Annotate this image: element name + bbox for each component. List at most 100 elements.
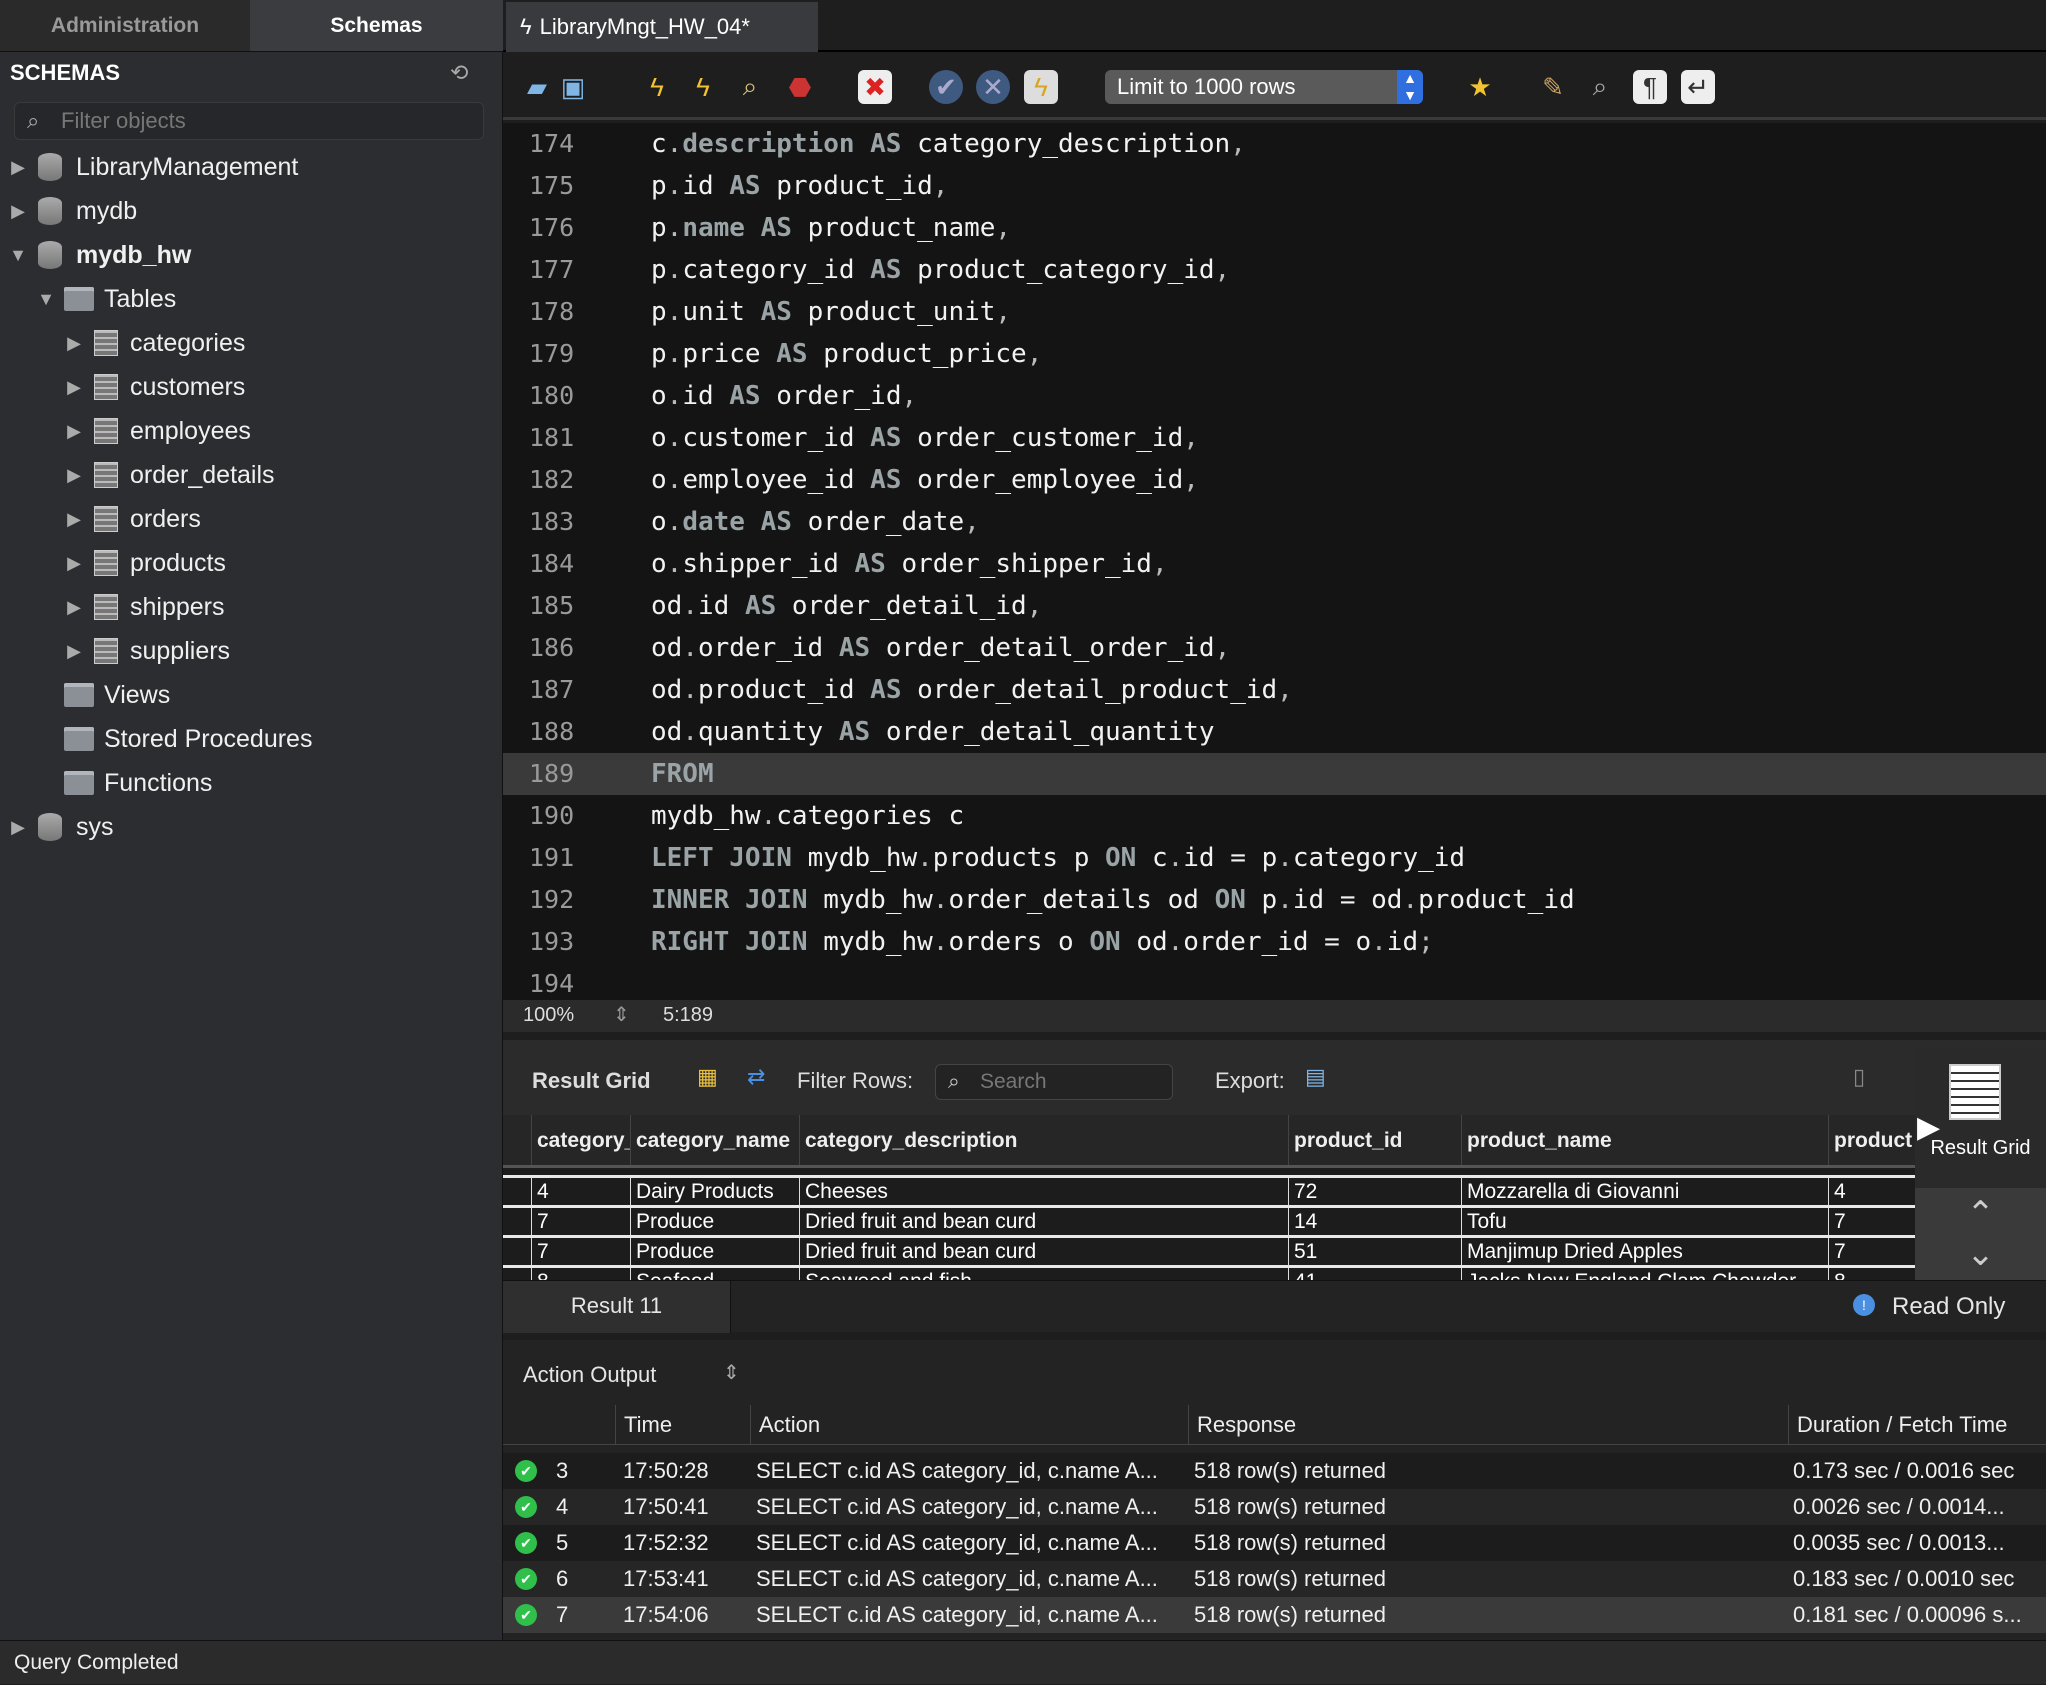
table-cell[interactable]: Cheeses xyxy=(799,1178,1288,1205)
col-action[interactable]: Action xyxy=(750,1405,1188,1445)
chevron-down-icon[interactable]: ▼ xyxy=(8,245,28,266)
table-categories[interactable]: ▶ categories xyxy=(0,321,245,365)
col-duration[interactable]: Duration / Fetch Time xyxy=(1788,1405,2046,1445)
table-suppliers[interactable]: ▶ suppliers xyxy=(0,629,230,673)
table-cell[interactable]: 51 xyxy=(1288,1238,1461,1265)
table-cell[interactable]: Tofu xyxy=(1461,1208,1828,1235)
views-folder[interactable]: Views xyxy=(0,673,170,717)
table-cell[interactable]: 8 xyxy=(1828,1268,1915,1280)
output-row[interactable]: ✔ 6 17:53:41 SELECT c.id AS category_id, c.… xyxy=(503,1561,2046,1597)
toggle-error-stop-icon[interactable]: ✖ xyxy=(858,70,892,104)
result-grid-side-button[interactable]: Result Grid ⌃ ⌄ xyxy=(1915,1048,2046,1280)
chevron-right-icon[interactable]: ▶ xyxy=(64,553,84,574)
table-cell[interactable]: 8 xyxy=(531,1268,630,1280)
code-line[interactable]: 184 o.shipper_id AS order_shipper_id, xyxy=(503,543,2046,585)
column-header-product_id[interactable]: product_id xyxy=(1288,1115,1461,1165)
table-customers[interactable]: ▶ customers xyxy=(0,365,245,409)
stop-icon[interactable]: ⬣ xyxy=(783,70,817,104)
chevron-down-icon[interactable]: ▼ xyxy=(36,289,56,310)
code-line[interactable]: 180 o.id AS order_id, xyxy=(503,375,2046,417)
commit-icon[interactable]: ✔ xyxy=(929,70,963,104)
autocommit-icon[interactable]: ϟ xyxy=(1024,70,1058,104)
table-cell[interactable]: 7 xyxy=(531,1208,630,1235)
code-line[interactable]: 178 p.unit AS product_unit, xyxy=(503,291,2046,333)
table-cell[interactable]: Jacks New England Clam Chowder xyxy=(1461,1268,1828,1280)
table-row[interactable]: 7 Produce Dried fruit and bean curd 51 Manji… xyxy=(503,1235,1915,1265)
table-cell[interactable]: 7 xyxy=(531,1238,630,1265)
zoom-stepper-icon[interactable]: ⇕ xyxy=(613,1002,630,1027)
table-cell[interactable]: 7 xyxy=(1828,1208,1915,1235)
table-row[interactable]: 8SeafoodSeaweed and fish41Jacks New Engl… xyxy=(503,1265,1915,1280)
col-time[interactable]: Time xyxy=(615,1405,750,1445)
tables-folder[interactable]: ▼ Tables xyxy=(0,277,176,321)
schema-sys[interactable]: ▶ sys xyxy=(0,805,114,849)
collapse-arrow-icon[interactable]: ▶ xyxy=(1917,1110,1940,1145)
editor-tab[interactable]: ϟ LibraryMngt_HW_04* xyxy=(506,2,818,52)
column-header-category_name[interactable]: category_name xyxy=(630,1115,799,1165)
chevron-right-icon[interactable]: ▶ xyxy=(8,201,28,222)
rollback-icon[interactable]: ✕ xyxy=(976,70,1010,104)
invisible-chars-icon[interactable]: ¶ xyxy=(1633,70,1667,104)
table-cell[interactable]: Seaweed and fish xyxy=(799,1268,1288,1280)
code-line[interactable]: 186 od.order_id AS order_detail_order_id, xyxy=(503,627,2046,669)
code-line[interactable]: 181 o.customer_id AS order_customer_id, xyxy=(503,417,2046,459)
open-file-icon[interactable]: ▰ xyxy=(520,70,554,104)
execute-current-icon[interactable]: ϟ xyxy=(686,70,720,104)
output-row[interactable]: ✔ 7 17:54:06 SELECT c.id AS category_id, c.… xyxy=(503,1597,2046,1633)
tab-administration[interactable]: Administration xyxy=(0,0,250,52)
code-line[interactable]: 193 RIGHT JOIN mydb_hw.orders o ON od.ord… xyxy=(503,921,2046,963)
table-cell[interactable]: Seafood xyxy=(630,1268,799,1280)
chevron-right-icon[interactable]: ▶ xyxy=(64,641,84,662)
save-icon[interactable]: ▣ xyxy=(556,70,590,104)
scroll-chevrons-icon[interactable]: ⌃ ⌄ xyxy=(1915,1188,2046,1280)
functions-folder[interactable]: Functions xyxy=(0,761,212,805)
table-cell[interactable]: Produce xyxy=(630,1238,799,1265)
code-line[interactable]: 183 o.date AS order_date, xyxy=(503,501,2046,543)
col-response[interactable]: Response xyxy=(1188,1405,1788,1445)
code-line[interactable]: 191 LEFT JOIN mydb_hw.products p ON c.id … xyxy=(503,837,2046,879)
table-row[interactable]: 7 Produce Dried fruit and bean curd 14 Tofu 7 xyxy=(503,1205,1915,1235)
table-cell[interactable]: Manjimup Dried Apples xyxy=(1461,1238,1828,1265)
zoom-level[interactable]: 100% xyxy=(523,1004,574,1027)
code-line[interactable]: 182 o.employee_id AS order_employee_id, xyxy=(503,459,2046,501)
column-header-category_description[interactable]: category_description xyxy=(799,1115,1288,1165)
filter-objects-input[interactable]: ⌕ Filter objects xyxy=(14,102,484,140)
sql-editor[interactable]: 174 c.description AS category_description… xyxy=(503,123,2046,1000)
output-row[interactable]: ✔ 4 17:50:41 SELECT c.id AS category_id, c.… xyxy=(503,1489,2046,1525)
table-cell[interactable]: Dried fruit and bean curd xyxy=(799,1208,1288,1235)
stored-procedures-folder[interactable]: Stored Procedures xyxy=(0,717,312,761)
chevron-updown-icon[interactable]: ⇕ xyxy=(723,1360,740,1385)
table-cell[interactable]: 72 xyxy=(1288,1178,1461,1205)
export-icon[interactable]: ▤ xyxy=(1305,1064,1326,1090)
code-line[interactable]: 185 od.id AS order_detail_id, xyxy=(503,585,2046,627)
limit-rows-select[interactable]: Limit to 1000 rows ▲ ▼ xyxy=(1105,70,1423,104)
table-orders[interactable]: ▶ orders xyxy=(0,497,201,541)
table-cell[interactable]: Mozzarella di Giovanni xyxy=(1461,1178,1828,1205)
code-line[interactable]: 189 FROM xyxy=(503,753,2046,795)
table-row[interactable]: 4 Dairy Products Cheeses 72 Mozzarella di Gi… xyxy=(503,1175,1915,1205)
output-row[interactable]: ✔ 5 17:52:32 SELECT c.id AS category_id, c.… xyxy=(503,1525,2046,1561)
table-shippers[interactable]: ▶ shippers xyxy=(0,585,224,629)
table-cell[interactable]: 4 xyxy=(531,1178,630,1205)
code-line[interactable]: 192 INNER JOIN mydb_hw.order_details od O… xyxy=(503,879,2046,921)
filter-rows-search[interactable]: ⌕ Search xyxy=(935,1064,1173,1100)
code-line[interactable]: 176 p.name AS product_name, xyxy=(503,207,2046,249)
result-grid[interactable]: category_id category_name category_descrip… xyxy=(503,1115,1915,1280)
column-header-category_id[interactable]: category_id xyxy=(531,1115,655,1165)
code-line[interactable]: 194 xyxy=(503,963,2046,1005)
refresh-icon[interactable]: ⟲ xyxy=(450,60,468,86)
chevron-right-icon[interactable]: ▶ xyxy=(64,597,84,618)
code-line[interactable]: 187 od.product_id AS order_detail_product… xyxy=(503,669,2046,711)
explain-icon[interactable]: ⌕ xyxy=(733,70,767,104)
chevron-right-icon[interactable]: ▶ xyxy=(64,465,84,486)
column-header-product[interactable]: product xyxy=(1828,1115,1915,1165)
tab-schemas[interactable]: Schemas xyxy=(250,0,503,52)
wrap-lines-icon[interactable]: ↵ xyxy=(1681,70,1715,104)
table-cell[interactable]: Dried fruit and bean curd xyxy=(799,1238,1288,1265)
table-products[interactable]: ▶ products xyxy=(0,541,226,585)
grid-layout-icon[interactable]: ▦ xyxy=(697,1064,718,1090)
add-snippet-icon[interactable]: ★ xyxy=(1463,70,1497,104)
schema-mydb[interactable]: ▶ mydb xyxy=(0,189,137,233)
table-employees[interactable]: ▶ employees xyxy=(0,409,251,453)
output-row[interactable]: ✔ 3 17:50:28 SELECT c.id AS category_id, c.… xyxy=(503,1453,2046,1489)
